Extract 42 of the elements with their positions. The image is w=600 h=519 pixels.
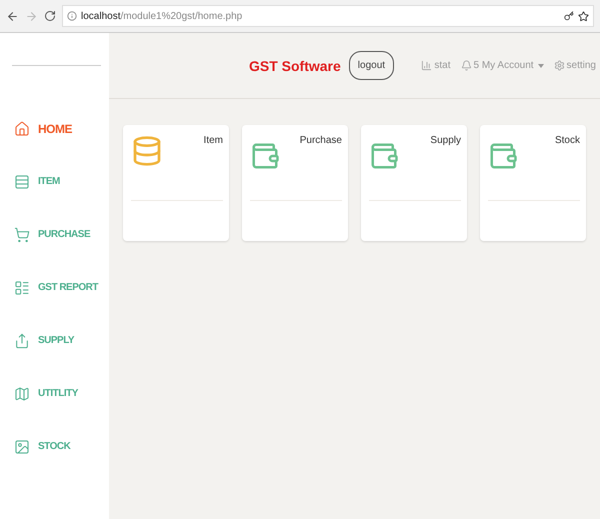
sidebar-item[interactable]: HOME bbox=[0, 102, 109, 155]
map-icon bbox=[14, 386, 30, 402]
chart-icon bbox=[421, 60, 432, 71]
url-text: localhost/module1%20gst/home.php bbox=[81, 10, 242, 22]
sidebar-item[interactable]: STOCK bbox=[0, 420, 109, 473]
sidebar-item[interactable]: GST REPORT bbox=[0, 261, 109, 314]
card-title: Item bbox=[204, 135, 223, 148]
setting-link[interactable]: setting bbox=[554, 60, 596, 71]
home-icon bbox=[14, 120, 30, 136]
sidebar-item[interactable]: UTITLITY bbox=[0, 367, 109, 420]
key-icon[interactable] bbox=[564, 11, 574, 21]
app-title: GST Software bbox=[249, 58, 341, 74]
wallet-icon bbox=[488, 141, 518, 171]
sidebar-item[interactable]: PURCHASE bbox=[0, 208, 109, 261]
card-title: Supply bbox=[430, 135, 461, 148]
card-title: Stock bbox=[554, 135, 580, 148]
card-title: Purchase bbox=[300, 135, 342, 148]
info-icon bbox=[67, 11, 77, 21]
dashboard-card[interactable]: Item bbox=[123, 125, 229, 241]
wallet-icon bbox=[369, 141, 399, 171]
sidebar-item[interactable]: ITEM bbox=[0, 155, 109, 208]
dashboard-card[interactable]: Supply bbox=[361, 125, 467, 241]
caret-icon bbox=[538, 64, 544, 68]
logout-button[interactable]: logout bbox=[348, 51, 394, 80]
address-bar[interactable]: localhost/module1%20gst/home.php bbox=[62, 5, 594, 27]
dashboard-card[interactable]: Purchase bbox=[242, 125, 348, 241]
cart-icon bbox=[14, 226, 30, 242]
bookmark-icon[interactable] bbox=[578, 10, 589, 22]
report-icon bbox=[14, 280, 30, 296]
reload-icon[interactable] bbox=[44, 10, 56, 22]
stat-link[interactable]: stat bbox=[421, 60, 450, 71]
bell-icon bbox=[460, 60, 472, 71]
back-icon[interactable] bbox=[6, 10, 19, 22]
dashboard-card[interactable]: Stock bbox=[480, 125, 586, 241]
coins-icon bbox=[131, 135, 163, 167]
upload-icon bbox=[14, 332, 30, 348]
list-icon bbox=[14, 174, 30, 190]
sidebar-item[interactable]: SUPPLY bbox=[0, 314, 109, 367]
account-link[interactable]: 5 My Account bbox=[460, 60, 544, 71]
settings-icon bbox=[554, 60, 565, 71]
wallet-icon bbox=[250, 141, 280, 171]
image-icon bbox=[14, 438, 30, 454]
